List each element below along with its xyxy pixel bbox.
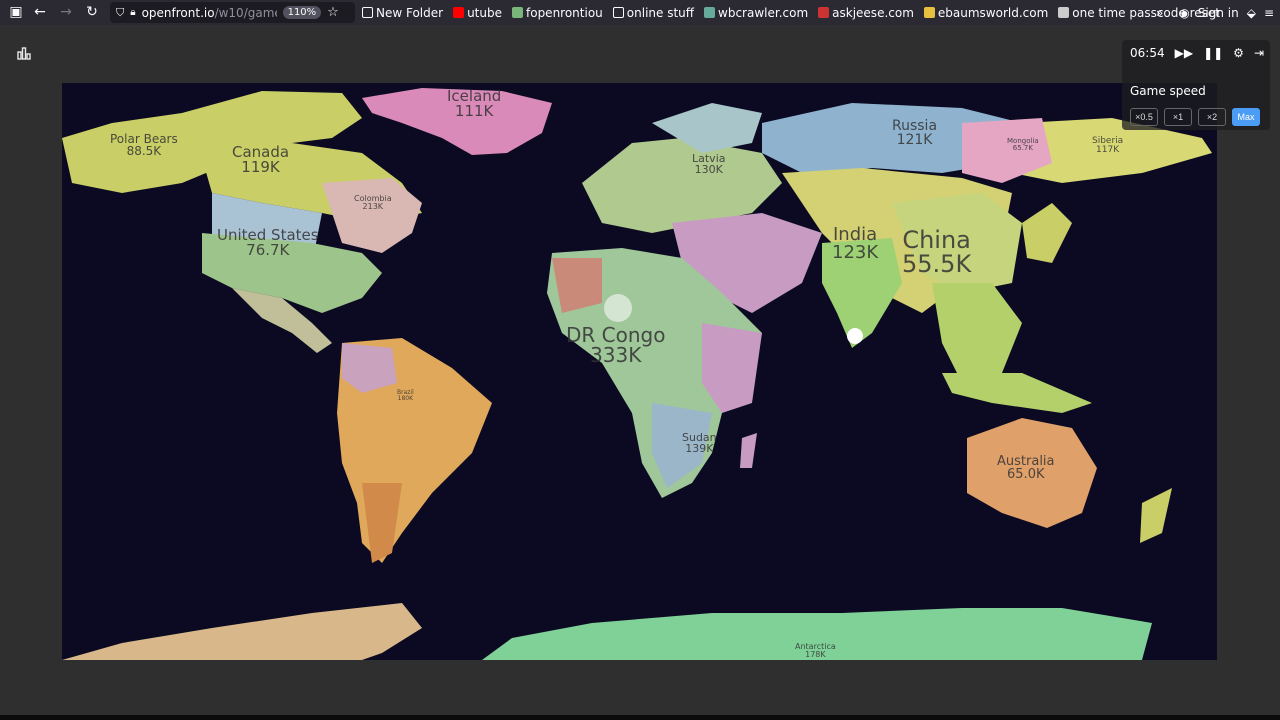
- account-icon[interactable]: ◉: [1179, 6, 1189, 20]
- settings-gear-icon[interactable]: ⚙: [1233, 46, 1244, 60]
- label-polar-bears: Polar Bears 88.5K: [110, 132, 178, 158]
- bookmark-item[interactable]: New Folder: [362, 6, 443, 20]
- label-china: China 55.5K: [902, 226, 972, 278]
- label-latvia: Latvia 130K: [692, 152, 726, 176]
- folder-icon: [362, 7, 373, 18]
- bookmark-label: New Folder: [376, 5, 444, 20]
- bookmark-label: utube: [467, 5, 502, 20]
- overflow-chevron-icon[interactable]: »: [1156, 6, 1163, 20]
- bookmark-label: ebaumsworld.com: [937, 5, 1049, 20]
- globe-icon: [512, 7, 523, 18]
- sign-in-button[interactable]: Sign in: [1198, 6, 1239, 20]
- game-speed-title: Game speed: [1130, 84, 1206, 98]
- nuke-marker: [604, 294, 632, 322]
- game-timer: 06:54: [1130, 46, 1165, 60]
- bookmarks-bar: New Folder utube fopenrontiou online stuff w…: [362, 0, 1220, 25]
- label-siberia: Siberia 117K: [1092, 136, 1124, 155]
- bookmark-label: wbcrawler.com: [718, 5, 809, 20]
- label-india: India 123K: [832, 224, 879, 263]
- label-australia: Australia 65.0K: [997, 454, 1055, 482]
- bookmark-label: online stuff: [626, 5, 695, 20]
- bottom-strip: [0, 715, 1280, 720]
- browser-toolbar: ▣ ← → ↻ ⛉ 🔒︎ openfront.io/w10/game/ 110%…: [0, 0, 1280, 25]
- bookmark-item[interactable]: online stuff: [612, 5, 695, 20]
- site-icon: [818, 7, 830, 18]
- fast-forward-icon[interactable]: ▶▶: [1175, 46, 1193, 60]
- label-iceland: Iceland 111K: [447, 87, 502, 120]
- bookmark-label: askjeese.com: [832, 5, 914, 20]
- speed-options: ×0.5 ×1 ×2 Max: [1130, 108, 1260, 126]
- sidebar-toggle-icon[interactable]: ▣: [4, 0, 28, 24]
- url-text[interactable]: openfront.io/w10/game/: [142, 6, 277, 20]
- youtube-icon: [453, 7, 465, 18]
- zoom-badge[interactable]: 110%: [282, 6, 322, 19]
- label-sudan: Sudan 139K: [682, 431, 717, 455]
- label-antarctica: Antarctica 178K: [795, 642, 836, 659]
- pause-icon[interactable]: ❚❚: [1203, 46, 1223, 60]
- bookmark-item[interactable]: askjeese.com: [818, 6, 914, 20]
- bookmark-star-icon[interactable]: ☆: [327, 5, 339, 20]
- lock-icon: 🔒︎: [130, 7, 136, 18]
- exit-icon[interactable]: ⇥: [1254, 46, 1264, 60]
- extensions-icon[interactable]: ⬙: [1247, 6, 1256, 20]
- forward-icon[interactable]: →: [54, 0, 78, 24]
- bookmark-item[interactable]: fopenrontiou: [512, 6, 603, 20]
- menu-icon[interactable]: ≡: [1264, 6, 1274, 20]
- site-icon: [704, 7, 716, 18]
- url-bar[interactable]: ⛉ 🔒︎ openfront.io/w10/game/ 110% ☆: [110, 2, 355, 23]
- back-icon[interactable]: ←: [28, 0, 52, 24]
- label-brazil: Brazil 180K: [397, 389, 414, 402]
- explosion-flash: [847, 328, 863, 344]
- bookmark-label: fopenrontiou: [526, 5, 603, 20]
- bookmark-item[interactable]: utube: [453, 6, 502, 20]
- label-canada: Canada 119K: [232, 143, 290, 176]
- label-colombia: Colombia 213K: [354, 194, 392, 211]
- leaderboard-icon[interactable]: [12, 42, 36, 64]
- label-dr-congo: DR Congo 333K: [566, 323, 666, 367]
- world-map[interactable]: Iceland 111K Polar Bears 88.5K Canada 119K …: [62, 83, 1217, 660]
- label-mongolia: Mongolia 65.7K: [1007, 137, 1039, 152]
- toolbar-right: » ◉ Sign in ⬙ ≡: [1156, 0, 1274, 25]
- folder-icon: [612, 7, 624, 18]
- bookmark-item[interactable]: wbcrawler.com: [704, 6, 808, 20]
- site-icon: [1058, 7, 1070, 18]
- speed-half-button[interactable]: ×0.5: [1130, 108, 1158, 126]
- speed-1x-button[interactable]: ×1: [1164, 108, 1192, 126]
- speed-max-button[interactable]: Max: [1232, 108, 1260, 126]
- bookmark-item[interactable]: ebaumsworld.com: [923, 5, 1049, 20]
- reload-icon[interactable]: ↻: [80, 0, 104, 24]
- label-united-states: United States 76.7K: [217, 226, 319, 259]
- speed-2x-button[interactable]: ×2: [1198, 108, 1226, 126]
- game-hud: 06:54 ▶▶ ❚❚ ⚙ ⇥ Game speed ×0.5 ×1 ×2 Ma…: [1122, 40, 1270, 130]
- hud-controls: 06:54 ▶▶ ❚❚ ⚙ ⇥: [1130, 46, 1264, 60]
- shield-icon: ⛉: [116, 5, 125, 19]
- label-russia: Russia 121K: [892, 118, 938, 148]
- site-icon: [923, 7, 935, 18]
